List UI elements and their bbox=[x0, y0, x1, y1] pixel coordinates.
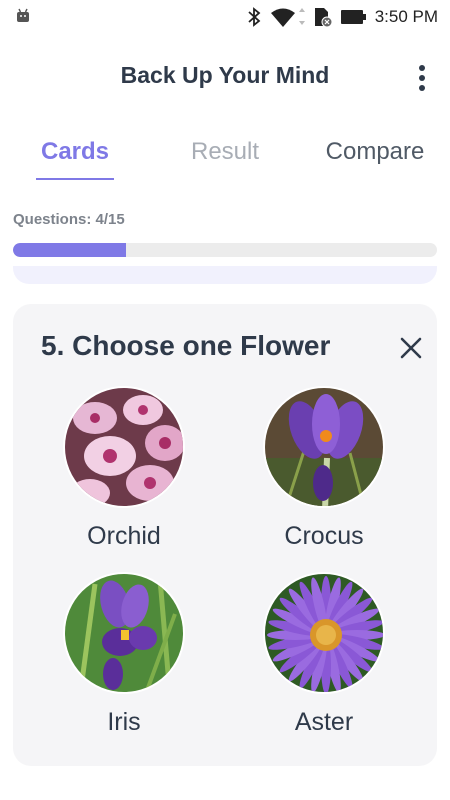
bluetooth-icon bbox=[248, 7, 261, 27]
progress-bar bbox=[13, 243, 437, 257]
option-label: Aster bbox=[294, 708, 354, 736]
status-bar: 3:50 PM bbox=[0, 0, 450, 34]
crocus-photo bbox=[263, 386, 385, 508]
wifi-icon bbox=[270, 8, 305, 27]
more-vert-icon[interactable] bbox=[412, 60, 432, 96]
aster-photo bbox=[263, 572, 385, 694]
sd-card-icon bbox=[314, 8, 333, 28]
android-debug-icon bbox=[17, 8, 29, 22]
progress-fill bbox=[13, 243, 127, 257]
option-aster[interactable]: Aster bbox=[213, 572, 393, 742]
option-label: Iris bbox=[107, 708, 141, 736]
option-iris[interactable]: Iris bbox=[13, 572, 193, 742]
status-time: 3:50 PM bbox=[374, 7, 438, 26]
tab-compare[interactable]: Compare bbox=[322, 138, 428, 166]
battery-icon bbox=[340, 10, 366, 24]
option-crocus[interactable]: Crocus bbox=[213, 386, 393, 556]
tab-bar: Cards Result Compare bbox=[0, 130, 450, 186]
option-label: Crocus bbox=[284, 522, 364, 550]
active-tab-indicator bbox=[36, 178, 114, 180]
previous-card-edge bbox=[13, 266, 437, 284]
question-card: 5. Choose one Flower Orchid Crocus Iris … bbox=[13, 304, 437, 766]
tab-result[interactable]: Result bbox=[180, 138, 270, 166]
option-orchid[interactable]: Orchid bbox=[13, 386, 193, 556]
app-title: Back Up Your Mind bbox=[120, 62, 330, 88]
question-title: 5. Choose one Flower bbox=[41, 330, 331, 361]
iris-photo bbox=[63, 572, 185, 694]
orchid-photo bbox=[63, 386, 185, 508]
tab-cards[interactable]: Cards bbox=[36, 138, 114, 166]
option-label: Orchid bbox=[87, 522, 161, 550]
app-bar: Back Up Your Mind bbox=[0, 54, 450, 102]
close-icon[interactable] bbox=[397, 334, 425, 362]
progress-label: Questions: 4/15 bbox=[13, 211, 125, 228]
